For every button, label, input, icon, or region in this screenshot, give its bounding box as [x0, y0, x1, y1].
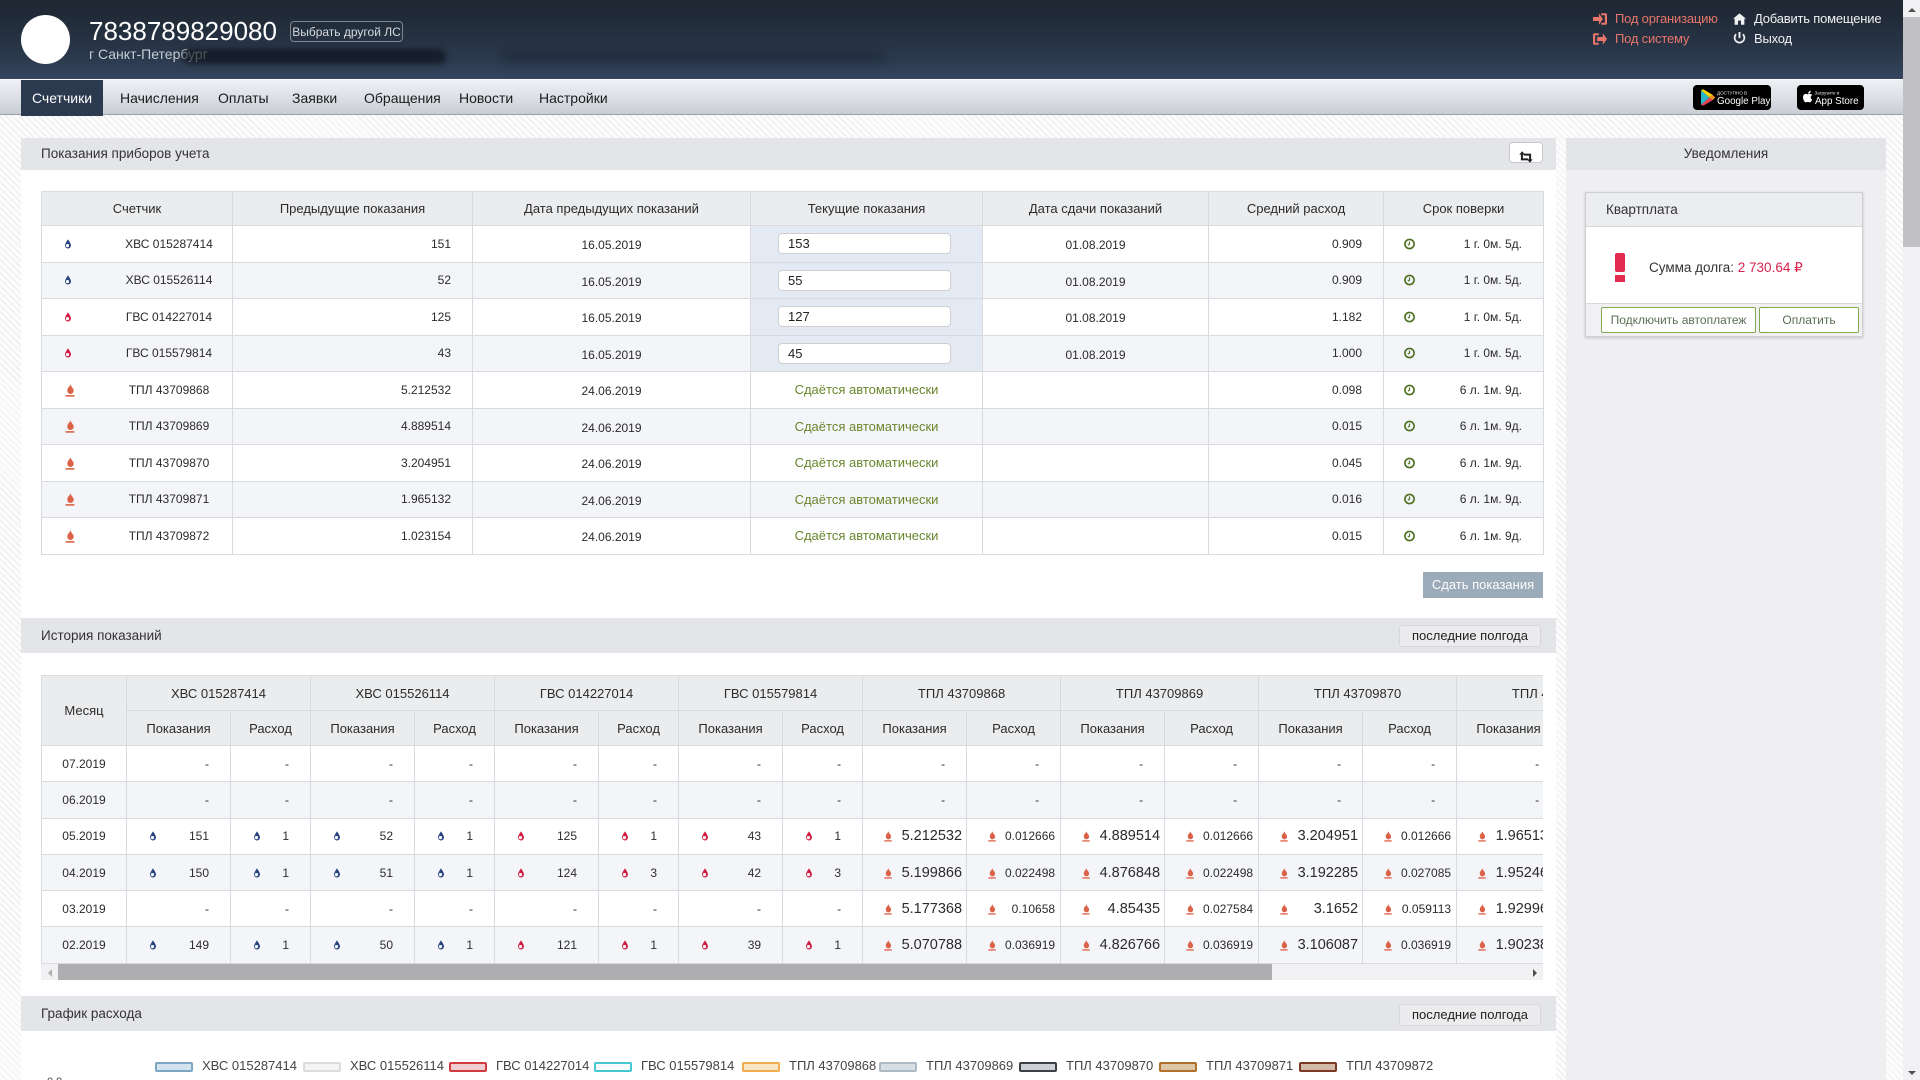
svg-text:Google Play: Google Play [1717, 96, 1770, 107]
svg-text:App Store: App Store [1815, 96, 1859, 107]
svg-text:Загрузите в: Загрузите в [1815, 91, 1840, 96]
svg-text:ДОСТУПНО В: ДОСТУПНО В [1717, 91, 1747, 96]
